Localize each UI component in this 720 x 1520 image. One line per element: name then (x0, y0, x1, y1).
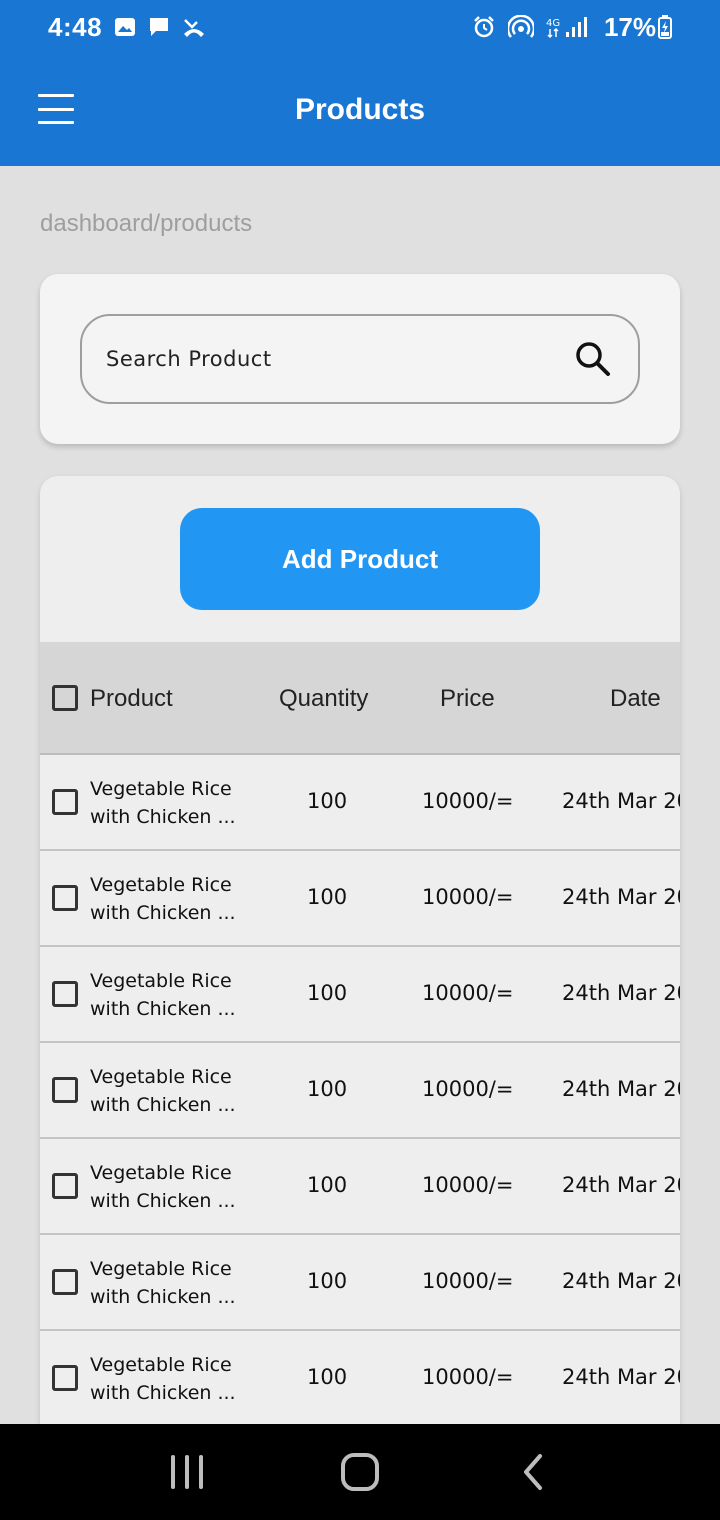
add-product-button[interactable]: Add Product (180, 508, 540, 610)
product-name-line1: Vegetable Rice (90, 970, 232, 992)
product-price: 10000/= (422, 981, 514, 1005)
column-header-price[interactable]: Price (440, 685, 495, 713)
product-name-line1: Vegetable Rice (90, 1066, 232, 1088)
battery-percent: 17% (603, 11, 656, 42)
product-price: 10000/= (422, 885, 514, 909)
product-name: Vegetable Rice with Chicken ... (90, 1063, 240, 1119)
product-name-line1: Vegetable Rice (90, 778, 232, 800)
svg-text:4G: 4G (546, 18, 560, 29)
table-body: Vegetable Rice with Chicken ... 100 1000… (40, 755, 680, 1427)
table-row[interactable]: Vegetable Rice with Chicken ... 100 1000… (40, 1235, 680, 1331)
table-row[interactable]: Vegetable Rice with Chicken ... 100 1000… (40, 1043, 680, 1139)
product-price: 10000/= (422, 789, 514, 813)
row-checkbox[interactable] (52, 1269, 78, 1295)
product-name: Vegetable Rice with Chicken ... (90, 967, 240, 1023)
product-name: Vegetable Rice with Chicken ... (90, 1351, 240, 1407)
column-header-product[interactable]: Product (90, 685, 173, 713)
product-date: 24th Mar 20 (562, 1077, 680, 1101)
app-bar: Products (0, 54, 720, 166)
status-time: 4:48 (48, 11, 103, 42)
column-header-quantity[interactable]: Quantity (279, 685, 368, 713)
back-icon[interactable] (493, 1442, 573, 1502)
table-row[interactable]: Vegetable Rice with Chicken ... 100 1000… (40, 1139, 680, 1235)
search-icon[interactable] (574, 340, 612, 378)
row-checkbox[interactable] (52, 789, 78, 815)
home-icon[interactable] (320, 1442, 400, 1502)
row-checkbox[interactable] (52, 1077, 78, 1103)
system-nav-bar (0, 1424, 720, 1520)
select-all-checkbox[interactable] (52, 685, 78, 711)
product-quantity: 100 (307, 789, 348, 813)
product-price: 10000/= (422, 1365, 514, 1389)
product-name: Vegetable Rice with Chicken ... (90, 871, 240, 927)
product-name: Vegetable Rice with Chicken ... (90, 1159, 240, 1215)
search-box[interactable] (80, 314, 640, 404)
page-title: Products (294, 93, 426, 126)
product-quantity: 100 (307, 981, 348, 1005)
product-quantity: 100 (307, 885, 348, 909)
product-date: 24th Mar 20 (562, 1269, 680, 1293)
table-header: Product Quantity Price Date (40, 642, 680, 755)
hamburger-menu-icon[interactable] (38, 94, 74, 124)
product-name: Vegetable Rice with Chicken ... (90, 1255, 240, 1311)
breadcrumb[interactable]: dashboard/products (40, 210, 252, 238)
status-bar: 4:48 4G 17% (0, 0, 720, 54)
product-name-line2: with Chicken ... (90, 1190, 236, 1212)
table-row[interactable]: Vegetable Rice with Chicken ... 100 1000… (40, 755, 680, 851)
status-right: 4G 17% (472, 12, 672, 43)
search-input[interactable] (106, 347, 546, 371)
alarm-icon (472, 15, 496, 39)
product-quantity: 100 (307, 1269, 348, 1293)
product-price: 10000/= (422, 1269, 514, 1293)
product-quantity: 100 (307, 1365, 348, 1389)
row-checkbox[interactable] (52, 1173, 78, 1199)
hotspot-icon (507, 15, 534, 39)
product-quantity: 100 (307, 1173, 348, 1197)
products-table-card: Add Product Product Quantity Price Date … (40, 476, 680, 1436)
column-header-date[interactable]: Date (610, 685, 661, 713)
product-date: 24th Mar 20 (562, 1173, 680, 1197)
product-name-line1: Vegetable Rice (90, 1354, 232, 1376)
product-name: Vegetable Rice with Chicken ... (90, 775, 240, 831)
search-card (40, 274, 680, 444)
product-price: 10000/= (422, 1077, 514, 1101)
status-left: 4:48 (48, 12, 206, 43)
product-name-line2: with Chicken ... (90, 1094, 236, 1116)
table-row[interactable]: Vegetable Rice with Chicken ... 100 1000… (40, 1331, 680, 1427)
product-name-line1: Vegetable Rice (90, 1258, 232, 1280)
table-row[interactable]: Vegetable Rice with Chicken ... 100 1000… (40, 947, 680, 1043)
message-icon (148, 16, 170, 38)
product-date: 24th Mar 20 (562, 885, 680, 909)
row-checkbox[interactable] (52, 981, 78, 1007)
table-row[interactable]: Vegetable Rice with Chicken ... 100 1000… (40, 851, 680, 947)
product-name-line2: with Chicken ... (90, 1286, 236, 1308)
product-name-line2: with Chicken ... (90, 902, 236, 924)
battery-charging-icon (658, 15, 672, 39)
product-price: 10000/= (422, 1173, 514, 1197)
product-date: 24th Mar 20 (562, 789, 680, 813)
missed-call-icon (182, 16, 206, 38)
product-date: 24th Mar 20 (562, 981, 680, 1005)
product-name-line2: with Chicken ... (90, 806, 236, 828)
product-name-line2: with Chicken ... (90, 1382, 236, 1404)
row-checkbox[interactable] (52, 1365, 78, 1391)
product-date: 24th Mar 20 (562, 1365, 680, 1389)
4g-signal-icon: 4G (546, 15, 592, 39)
product-name-line2: with Chicken ... (90, 998, 236, 1020)
product-name-line1: Vegetable Rice (90, 1162, 232, 1184)
product-quantity: 100 (307, 1077, 348, 1101)
recent-apps-icon[interactable] (147, 1442, 227, 1502)
row-checkbox[interactable] (52, 885, 78, 911)
image-icon (114, 17, 136, 37)
product-name-line1: Vegetable Rice (90, 874, 232, 896)
